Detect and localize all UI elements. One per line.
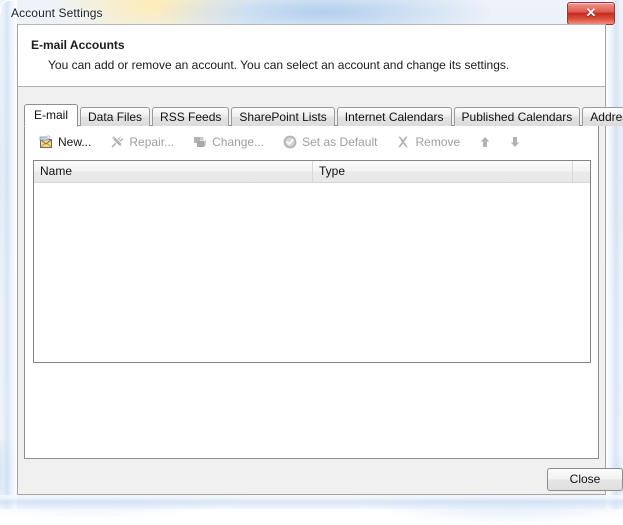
arrow-down-icon [507,134,523,150]
column-header-extra[interactable] [573,161,590,182]
tab-strip: E-mail Data Files RSS Feeds SharePoint L… [24,104,623,127]
move-down-button[interactable] [501,130,529,154]
tab-panel-email: New... Repair... Change... Set as Defaul… [24,125,599,459]
description-header: E-mail Accounts You can add or remove an… [18,25,605,87]
close-dialog-button[interactable]: Close [547,468,623,491]
set-as-default-button[interactable]: Set as Default [275,130,384,154]
tab-internet-calendars[interactable]: Internet Calendars [336,107,452,126]
accounts-list-body[interactable] [34,183,590,362]
repair-label: Repair... [129,135,175,149]
window-title: Account Settings [11,6,103,20]
repair-tools-icon [109,134,125,150]
tab-data-files[interactable]: Data Files [80,107,151,126]
new-mail-icon [38,134,54,150]
set-as-default-label: Set as Default [302,135,378,149]
accounts-toolbar: New... Repair... Change... Set as Defaul… [26,127,531,157]
window-border-right[interactable] [606,0,623,509]
tab-published-calendars[interactable]: Published Calendars [453,107,581,126]
tab-address-books[interactable]: Address Books [582,107,623,126]
accounts-list[interactable]: Name Type [33,160,591,363]
dialog-client-area: E-mail Accounts You can add or remove an… [17,24,623,495]
close-button[interactable]: ✕ [567,2,615,25]
new-account-button[interactable]: New... [31,130,98,154]
tab-rss-feeds[interactable]: RSS Feeds [152,107,230,126]
tab-email[interactable]: E-mail [24,104,79,127]
page-description: You can add or remove an account. You ca… [48,58,510,72]
remove-x-icon [395,134,411,150]
close-icon: ✕ [585,5,597,20]
arrow-up-icon [477,134,493,150]
column-header-type[interactable]: Type [313,161,573,182]
change-button[interactable]: Change... [185,130,271,154]
move-up-button[interactable] [471,130,499,154]
change-icon [192,134,208,150]
tab-sharepoint-lists[interactable]: SharePoint Lists [231,107,335,126]
check-circle-icon [282,134,298,150]
remove-button[interactable]: Remove [388,130,467,154]
window-border-bottom[interactable] [0,495,623,509]
change-label: Change... [212,135,265,149]
remove-label: Remove [415,135,461,149]
page-title: E-mail Accounts [31,38,125,52]
accounts-list-header: Name Type [34,161,590,183]
account-settings-window: Account Settings ✕ E-mail Accounts You c… [0,0,623,525]
repair-button[interactable]: Repair... [102,130,181,154]
window-border-left[interactable] [0,0,17,509]
column-header-name[interactable]: Name [34,161,313,182]
new-account-label: New... [58,135,92,149]
